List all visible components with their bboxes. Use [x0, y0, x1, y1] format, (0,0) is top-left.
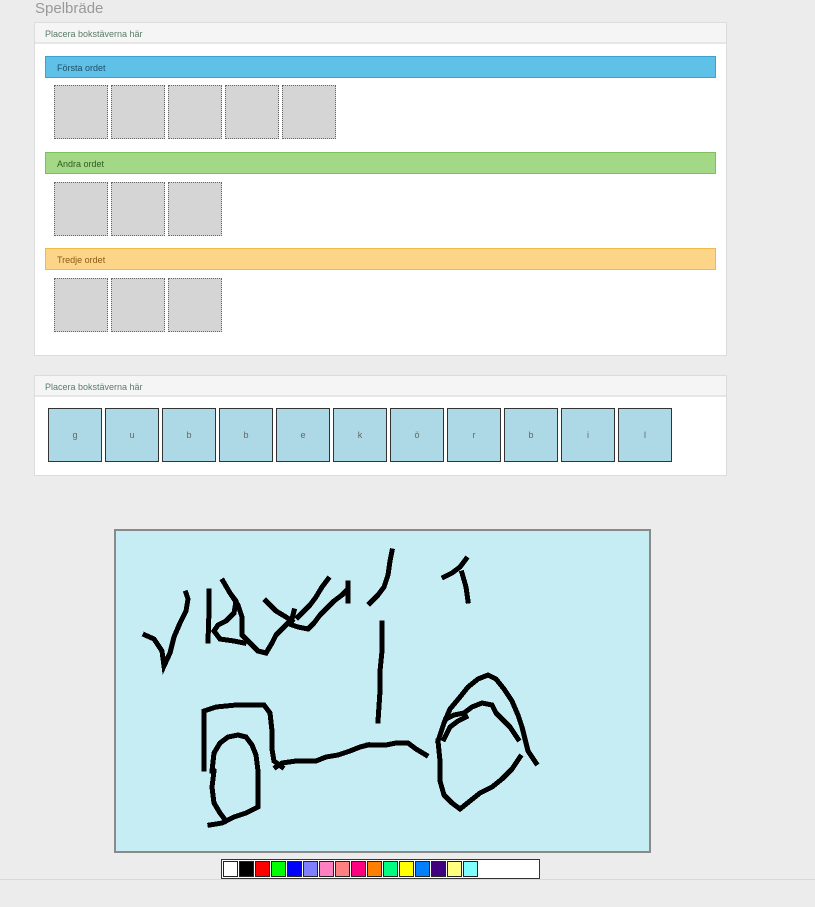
- letters-panel-heading: Placera bokstäverna här: [35, 376, 726, 397]
- letter-tile[interactable]: b: [162, 408, 216, 462]
- letter-slot[interactable]: [111, 85, 165, 139]
- letter-tile[interactable]: l: [618, 408, 672, 462]
- color-swatch[interactable]: [351, 861, 366, 877]
- letter-tile[interactable]: u: [105, 408, 159, 462]
- sketch-stroke: [375, 620, 385, 724]
- letter-tile[interactable]: k: [333, 408, 387, 462]
- letter-tile[interactable]: r: [447, 408, 501, 462]
- sketch-stroke: [435, 738, 524, 813]
- sketch-stroke: [272, 741, 372, 771]
- letter-tile[interactable]: e: [276, 408, 330, 462]
- letter-tile[interactable]: g: [48, 408, 102, 462]
- color-swatch[interactable]: [367, 861, 382, 877]
- sketch-stroke: [209, 768, 230, 825]
- letter-tile[interactable]: b: [504, 408, 558, 462]
- color-swatch[interactable]: [239, 861, 254, 877]
- slot-row-first: [54, 85, 336, 139]
- sketch-stroke: [365, 740, 430, 759]
- slot-row-second: [54, 182, 222, 236]
- letter-slot[interactable]: [54, 182, 108, 236]
- letter-slot[interactable]: [54, 85, 108, 139]
- word-bar-first: Första ordet: [45, 56, 716, 78]
- color-swatch[interactable]: [399, 861, 414, 877]
- letters-panel: Placera bokstäverna här g u b b e k ö r …: [34, 375, 727, 476]
- sketch-stroke: [141, 589, 191, 675]
- letter-slot[interactable]: [54, 278, 108, 332]
- letter-slot[interactable]: [225, 85, 279, 139]
- color-swatch[interactable]: [383, 861, 398, 877]
- letter-tile[interactable]: b: [219, 408, 273, 462]
- drawing-canvas[interactable]: [114, 529, 651, 853]
- color-swatch[interactable]: [431, 861, 446, 877]
- color-swatch[interactable]: [255, 861, 270, 877]
- board-panel: Placera bokstäverna här Första ordet And…: [34, 22, 727, 356]
- color-swatch[interactable]: [319, 861, 334, 877]
- footer-divider: [0, 879, 815, 880]
- color-swatch[interactable]: [287, 861, 302, 877]
- sketch-stroke: [434, 672, 540, 767]
- letter-tile[interactable]: ö: [390, 408, 444, 462]
- letter-tile[interactable]: i: [561, 408, 615, 462]
- letter-slot[interactable]: [282, 85, 336, 139]
- color-swatch[interactable]: [223, 861, 238, 877]
- sketch-stroke: [205, 588, 212, 644]
- letter-slot[interactable]: [111, 278, 165, 332]
- word-bar-second: Andra ordet: [45, 152, 716, 174]
- letter-slot[interactable]: [168, 85, 222, 139]
- slot-row-third: [54, 278, 222, 332]
- color-swatch[interactable]: [335, 861, 350, 877]
- sketch-stroke: [366, 548, 395, 607]
- color-palette: [221, 859, 540, 879]
- page-title: Spelbräde: [35, 0, 104, 17]
- color-swatch[interactable]: [271, 861, 286, 877]
- letter-slot[interactable]: [111, 182, 165, 236]
- board-panel-heading: Placera bokstäverna här: [35, 23, 726, 44]
- color-swatch[interactable]: [303, 861, 318, 877]
- letter-tile-row: g u b b e k ö r b i l: [48, 408, 672, 462]
- letter-slot[interactable]: [168, 278, 222, 332]
- drawing-sketch: [141, 548, 540, 828]
- color-swatch[interactable]: [447, 861, 462, 877]
- color-swatch[interactable]: [463, 861, 478, 877]
- word-bar-third: Tredje ordet: [45, 248, 716, 270]
- sketch-stroke: [262, 597, 296, 625]
- color-swatch[interactable]: [415, 861, 430, 877]
- letter-slot[interactable]: [168, 182, 222, 236]
- sketch-stroke: [458, 569, 471, 604]
